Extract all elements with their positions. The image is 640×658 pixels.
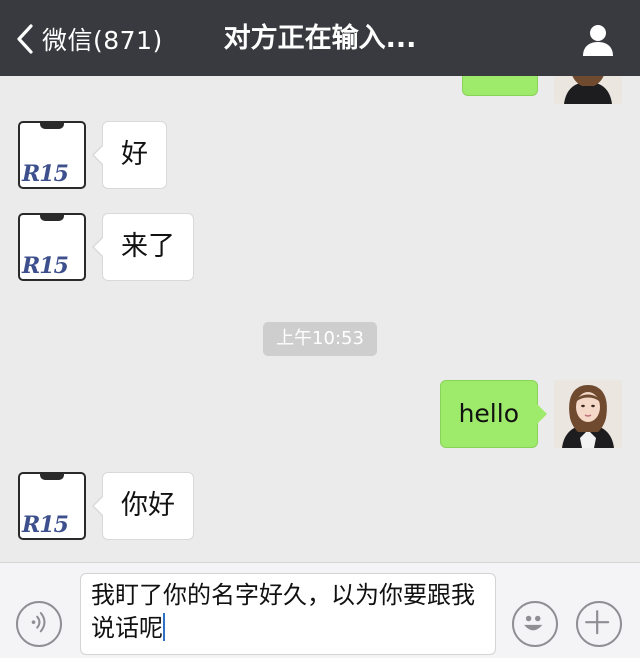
more-button[interactable] [576, 601, 622, 647]
avatar-logo-text: R15 [22, 161, 69, 187]
profile-button[interactable] [580, 22, 616, 58]
input-bar: 我盯了你的名字好久，以为你要跟我说话呢 [0, 562, 640, 658]
user-avatar-image [554, 380, 622, 448]
phone-notch [40, 215, 64, 221]
contact-avatar[interactable]: R15 [18, 213, 86, 281]
message-timestamp: 上午10:53 [263, 322, 377, 356]
incoming-message-bubble[interactable]: 来了 [92, 213, 194, 281]
navigation-bar: 微信(871) 对方正在输入... [0, 0, 640, 76]
chevron-left-icon [17, 24, 33, 54]
incoming-message-bubble[interactable]: 好 [92, 121, 167, 189]
emoji-button[interactable] [512, 601, 558, 647]
chat-title: 对方正在输入... [223, 23, 417, 54]
avatar-logo-text: R15 [22, 512, 69, 538]
contact-avatar[interactable]: R15 [18, 472, 86, 540]
outgoing-bubble-partial [462, 76, 538, 96]
person-icon [583, 25, 613, 56]
outgoing-message-bubble[interactable]: hello [439, 380, 548, 448]
back-button[interactable]: 微信(871) [14, 20, 163, 58]
message-input[interactable]: 我盯了你的名字好久，以为你要跟我说话呢 [80, 573, 496, 655]
voice-icon [31, 612, 46, 633]
plus-icon [585, 610, 610, 635]
message-input-text: 我盯了你的名字好久，以为你要跟我说话呢 [91, 581, 475, 642]
phone-notch [40, 474, 64, 480]
user-avatar[interactable] [554, 380, 622, 448]
incoming-message-bubble[interactable]: 你好 [92, 472, 194, 540]
avatar-logo-text: R15 [22, 253, 69, 279]
voice-button[interactable] [16, 601, 62, 647]
user-avatar-image [554, 76, 622, 104]
text-caret [163, 613, 165, 641]
user-avatar[interactable] [554, 76, 622, 104]
phone-notch [40, 123, 64, 129]
chat-area[interactable]: R15 好 R15 来了 上午10:53 hello R15 你好 [0, 76, 640, 562]
emoji-icon [524, 615, 543, 631]
contact-avatar[interactable]: R15 [18, 121, 86, 189]
back-label: 微信(871) [42, 26, 163, 55]
